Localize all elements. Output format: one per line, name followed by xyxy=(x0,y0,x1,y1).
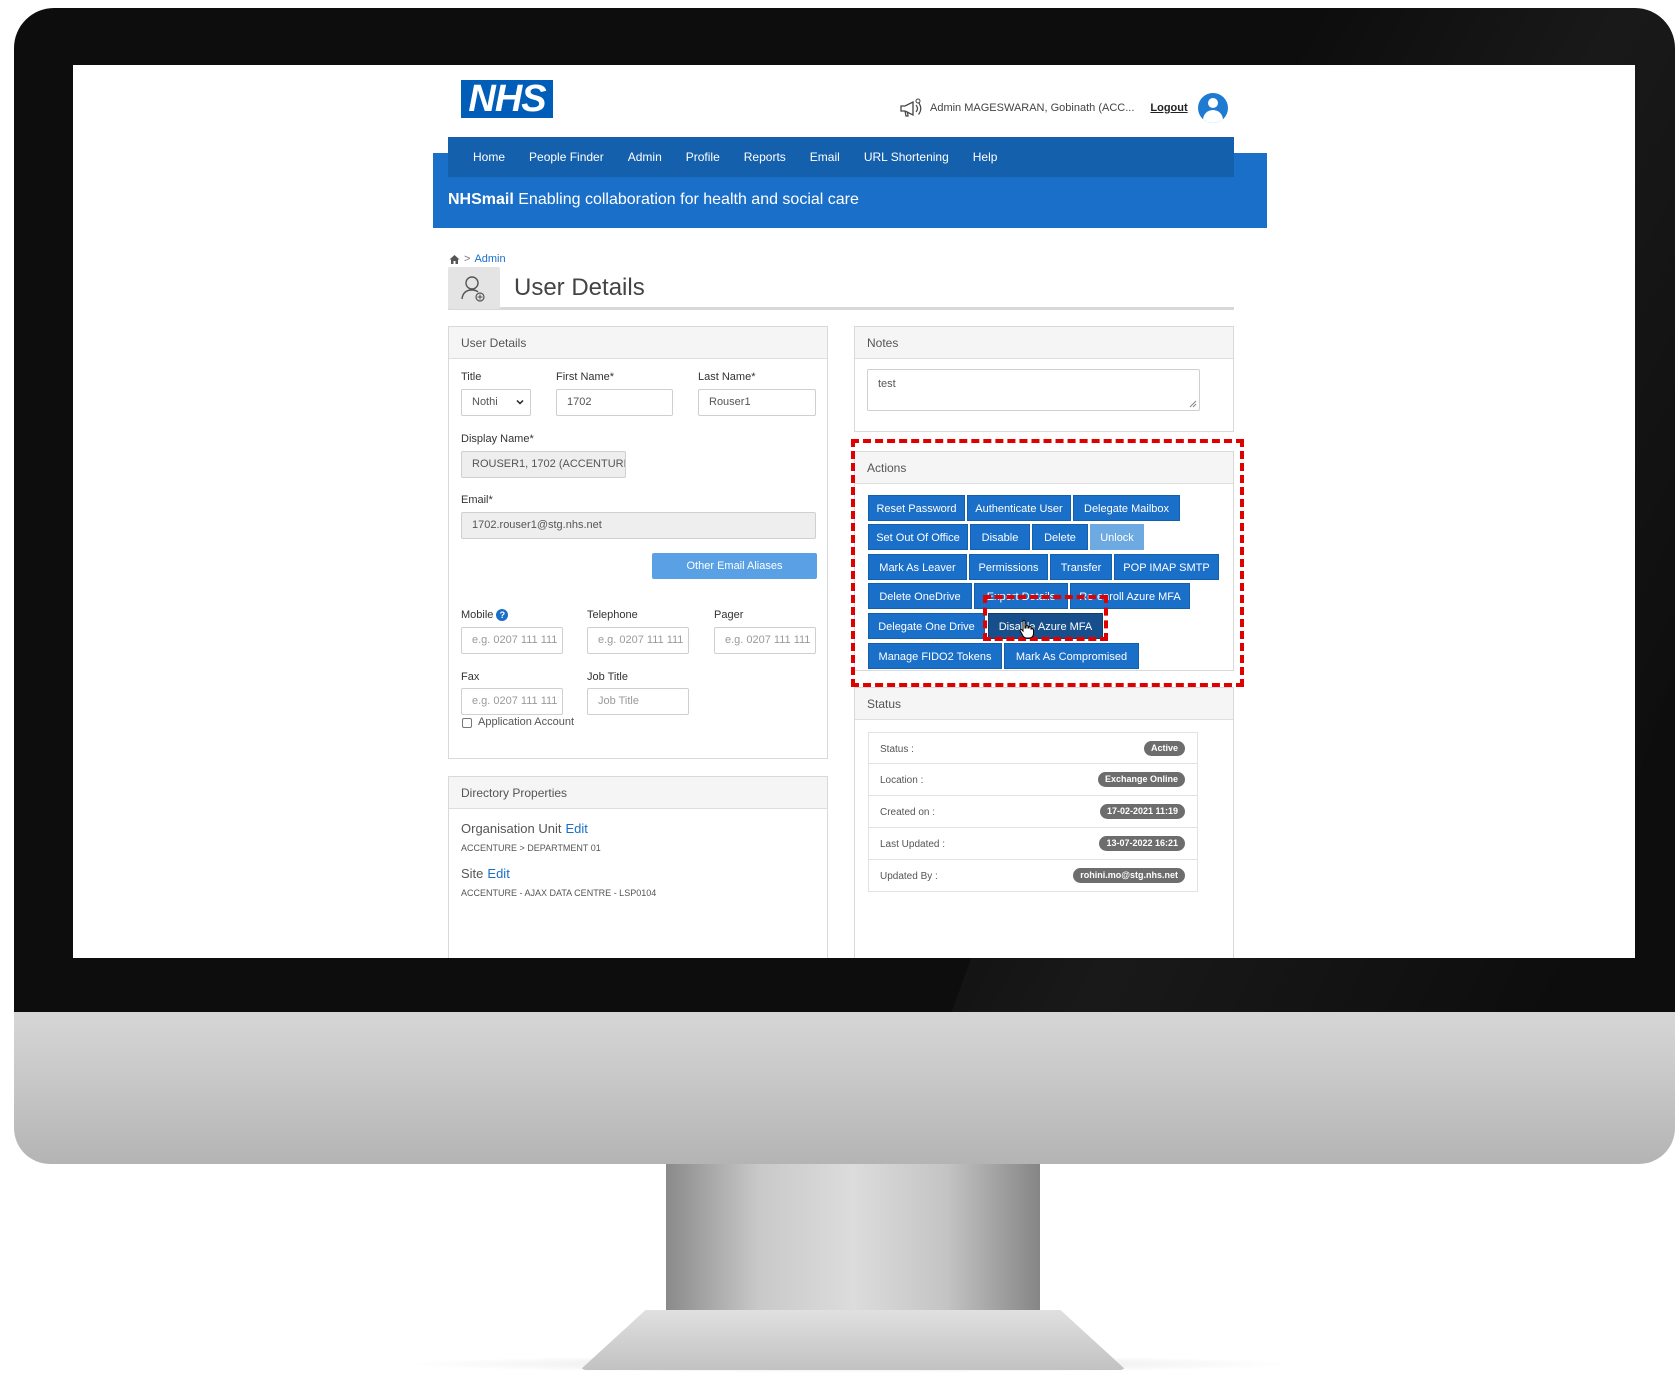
display-name-label: Display Name* xyxy=(461,433,534,445)
nav-email[interactable]: Email xyxy=(810,150,840,164)
status-row: Status : Active xyxy=(868,732,1198,764)
org-unit-label: Organisation Unit xyxy=(461,821,562,836)
signed-in-user: Admin MAGESWARAN, Gobinath (ACC... xyxy=(930,102,1135,114)
notes-panel: Notes test xyxy=(854,326,1234,432)
hand-cursor-icon xyxy=(1019,619,1034,639)
site-value: ACCENTURE - AJAX DATA CENTRE - LSP0104 xyxy=(461,888,657,898)
page-header: User Details xyxy=(448,266,1234,310)
nav-people-finder[interactable]: People Finder xyxy=(529,150,604,164)
nav-profile[interactable]: Profile xyxy=(686,150,720,164)
title-label: Title xyxy=(461,371,482,383)
application-account-checkbox[interactable] xyxy=(462,718,472,728)
fax-label: Fax xyxy=(461,671,480,683)
notes-text: test xyxy=(878,378,896,390)
job-title-label: Job Title xyxy=(587,671,628,683)
home-icon[interactable] xyxy=(449,254,460,265)
user-bar: Admin MAGESWARAN, Gobinath (ACC... Logou… xyxy=(898,93,1228,123)
breadcrumb: > Admin xyxy=(449,253,506,265)
notes-textarea[interactable]: test xyxy=(867,369,1200,411)
nav-reports[interactable]: Reports xyxy=(744,150,786,164)
status-row: Location : Exchange Online xyxy=(868,764,1198,796)
monitor-stand-base xyxy=(580,1310,1126,1370)
user-avatar-icon[interactable] xyxy=(1197,93,1228,123)
mobile-input[interactable]: e.g. 0207 111 111 xyxy=(461,627,563,654)
org-unit-title: Organisation Unit Edit xyxy=(461,821,588,836)
directory-properties-panel: Directory Properties Organisation Unit Ed… xyxy=(448,776,828,958)
status-key: Last Updated : xyxy=(880,839,946,850)
status-key: Status : xyxy=(880,744,914,755)
site-edit-link[interactable]: Edit xyxy=(487,866,509,881)
directory-heading: Directory Properties xyxy=(449,777,827,809)
screen: NHS Admin MAGESWARAN, Gobinath (ACC... L… xyxy=(73,65,1635,958)
mobile-label: Mobile? xyxy=(461,609,509,622)
status-key: Location : xyxy=(880,775,924,786)
job-title-input[interactable]: Job Title xyxy=(587,688,689,715)
pager-input[interactable]: e.g. 0207 111 111 xyxy=(714,627,816,654)
monitor-stand-neck xyxy=(666,1164,1040,1314)
status-heading: Status xyxy=(855,688,1233,720)
megaphone-icon[interactable] xyxy=(898,98,924,118)
pager-label: Pager xyxy=(714,609,744,621)
title-select-value: Nothi xyxy=(472,396,498,408)
tagline-text: Enabling collaboration for health and so… xyxy=(513,191,859,208)
nhs-logo[interactable]: NHS xyxy=(461,80,553,118)
status-panel: Status Status : Active Location : Exchan… xyxy=(854,687,1234,958)
nav-admin[interactable]: Admin xyxy=(628,150,662,164)
nav-help[interactable]: Help xyxy=(973,150,998,164)
breadcrumb-separator: > xyxy=(464,253,471,265)
title-select[interactable]: Nothi xyxy=(461,389,531,416)
user-details-heading: User Details xyxy=(449,327,827,359)
logout-link[interactable]: Logout xyxy=(1150,102,1187,114)
user-details-panel: User Details Title Nothi First Name* 170… xyxy=(448,326,828,759)
actions-highlight-box xyxy=(851,439,1244,687)
status-badge: Active xyxy=(1143,741,1185,756)
status-badge: Exchange Online xyxy=(1097,772,1185,787)
first-name-input[interactable]: 1702 xyxy=(556,389,673,416)
first-name-label: First Name* xyxy=(556,371,615,383)
page-title: User Details xyxy=(514,273,645,301)
nav-url-shortening[interactable]: URL Shortening xyxy=(864,150,949,164)
main-nav: Home People Finder Admin Profile Reports… xyxy=(448,137,1234,177)
application-account-label: Application Account xyxy=(478,716,575,728)
breadcrumb-admin-link[interactable]: Admin xyxy=(474,253,505,265)
status-badge: rohini.mo@stg.nhs.net xyxy=(1073,868,1185,883)
org-unit-value: ACCENTURE > DEPARTMENT 01 xyxy=(461,843,601,853)
brand-name: NHSmail xyxy=(448,191,514,208)
resize-grip-icon[interactable] xyxy=(1189,400,1197,408)
telephone-input[interactable]: e.g. 0207 111 111 xyxy=(587,627,689,654)
nav-home[interactable]: Home xyxy=(473,150,505,164)
telephone-label: Telephone xyxy=(587,609,638,621)
status-key: Created on : xyxy=(880,807,936,818)
other-email-aliases-button[interactable]: Other Email Aliases xyxy=(652,553,817,579)
chevron-down-icon xyxy=(516,399,524,405)
last-name-input[interactable]: Rouser1 xyxy=(698,389,816,416)
last-name-label: Last Name* xyxy=(698,371,756,383)
monitor-chin xyxy=(14,1012,1675,1164)
status-key: Updated By : xyxy=(880,871,938,882)
fax-input[interactable]: e.g. 0207 111 111 xyxy=(461,688,563,715)
disable-azure-mfa-highlight-box xyxy=(983,595,1108,641)
site-title: Site Edit xyxy=(461,866,510,881)
status-row: Updated By : rohini.mo@stg.nhs.net xyxy=(868,860,1198,892)
status-badge: 17-02-2021 11:19 xyxy=(1099,804,1185,819)
display-name-input[interactable]: ROUSER1, 1702 (ACCENTURE xyxy=(461,451,626,478)
mobile-label-text: Mobile xyxy=(461,609,494,621)
tagline: NHSmail Enabling collaboration for healt… xyxy=(448,191,859,209)
org-unit-edit-link[interactable]: Edit xyxy=(565,821,587,836)
status-row: Last Updated : 13-07-2022 16:21 xyxy=(868,828,1198,860)
help-icon[interactable]: ? xyxy=(496,609,509,622)
status-row: Created on : 17-02-2021 11:19 xyxy=(868,796,1198,828)
email-label: Email* xyxy=(461,494,493,506)
status-badge: 13-07-2022 16:21 xyxy=(1099,836,1185,851)
site-label: Site xyxy=(461,866,484,881)
user-add-icon xyxy=(448,266,500,309)
email-field[interactable]: 1702.rouser1@stg.nhs.net xyxy=(461,512,816,539)
notes-heading: Notes xyxy=(855,327,1233,359)
